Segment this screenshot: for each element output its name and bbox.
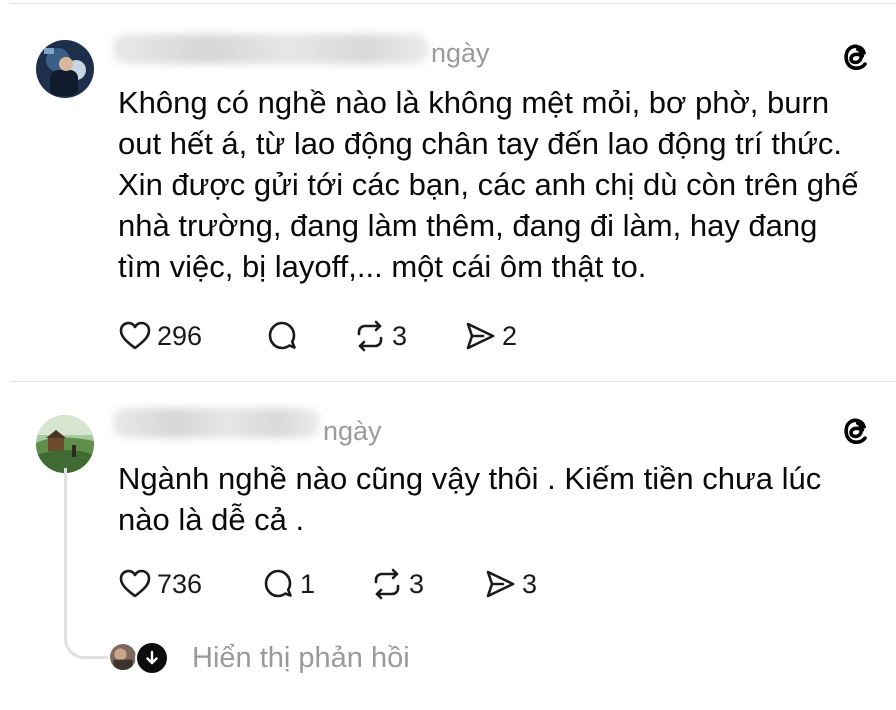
post-2-text: Ngành nghề nào cũng vậy thôi . Kiếm tiền… xyxy=(118,461,822,537)
post-divider xyxy=(10,381,896,382)
comment-icon xyxy=(261,567,295,601)
post-1-text: Không có nghề nào là không mệt mỏi, bơ p… xyxy=(118,85,859,284)
repost-button[interactable]: 3 xyxy=(353,318,407,354)
top-divider xyxy=(10,3,896,4)
post-2-actions: 736 1 3 3 xyxy=(118,566,618,602)
share-button[interactable]: 2 xyxy=(463,318,517,354)
like-count: 736 xyxy=(157,569,203,599)
heart-icon xyxy=(118,567,152,601)
threads-logo-icon[interactable] xyxy=(838,412,874,448)
repost-icon xyxy=(353,319,387,353)
avatar-image xyxy=(110,644,136,670)
share-count: 3 xyxy=(522,569,538,599)
avatar-image xyxy=(36,40,94,98)
like-button[interactable]: 736 xyxy=(118,566,202,602)
reply-button[interactable] xyxy=(265,318,299,354)
post-1-actions: 296 3 2 xyxy=(118,318,618,354)
share-button[interactable]: 3 xyxy=(483,566,537,602)
arrow-down-icon[interactable] xyxy=(135,641,169,675)
repost-icon xyxy=(370,567,404,601)
heart-icon xyxy=(118,319,152,353)
repost-button[interactable]: 3 xyxy=(370,566,424,602)
reply-button[interactable]: 1 xyxy=(261,566,315,602)
threads-logo-icon[interactable] xyxy=(838,38,874,74)
reply-count: 1 xyxy=(300,569,316,599)
show-replies-link[interactable]: Hiển thị phản hồi xyxy=(192,641,410,675)
comment-icon xyxy=(265,319,299,353)
post-2-username[interactable] xyxy=(112,408,320,438)
reply-avatar[interactable] xyxy=(108,642,138,672)
repost-count: 3 xyxy=(409,569,425,599)
share-icon xyxy=(483,567,517,601)
avatar-image xyxy=(36,415,94,473)
repost-count: 3 xyxy=(392,321,408,351)
share-icon xyxy=(463,319,497,353)
thread-connector-line xyxy=(64,468,112,659)
like-button[interactable]: 296 xyxy=(118,318,202,354)
share-count: 2 xyxy=(502,321,518,351)
post-2-avatar[interactable] xyxy=(36,415,94,473)
post-2-timestamp: ngày xyxy=(323,416,382,446)
post-1-username[interactable] xyxy=(112,34,430,64)
post-1-timestamp: ngày xyxy=(431,38,490,68)
like-count: 296 xyxy=(157,321,203,351)
post-1-avatar[interactable] xyxy=(36,40,94,98)
